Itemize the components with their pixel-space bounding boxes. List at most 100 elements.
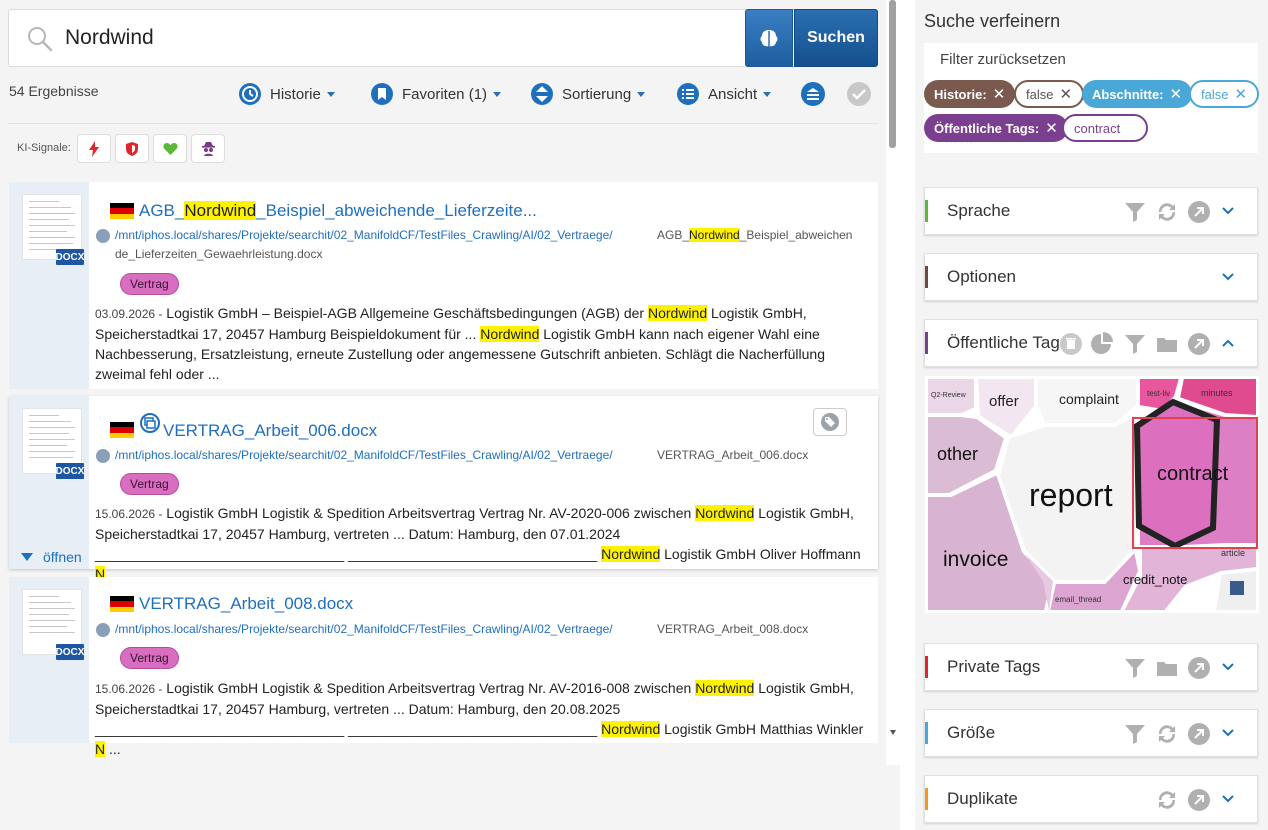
filter-chip-historie-value[interactable]: false ✕ <box>1014 80 1085 108</box>
result-filename: VERTRAG_Arbeit_006.docx <box>657 448 809 462</box>
spy-icon <box>201 142 215 156</box>
result-path-link[interactable]: /mnt/iphos.local/shares/Projekte/searchi… <box>115 622 613 636</box>
chevron-down-icon[interactable] <box>1221 792 1235 806</box>
close-icon[interactable]: ✕ <box>1059 85 1072 103</box>
sort-dropdown[interactable]: Sortierung <box>530 80 646 108</box>
open-external-icon[interactable] <box>1187 788 1211 812</box>
facet-title: Private Tags <box>947 657 1041 676</box>
bookmark-icon <box>371 83 393 105</box>
vertrag-tag[interactable]: Vertrag <box>120 273 179 295</box>
close-icon[interactable]: ✕ <box>993 85 1006 103</box>
open-external-icon[interactable] <box>1187 200 1211 224</box>
facet-title: Sprache <box>947 201 1011 220</box>
result-snippet: 15.06.2026 - Logistik GmbH Logistik & Sp… <box>95 505 861 582</box>
german-flag-icon <box>110 203 134 220</box>
filter-chip-tags[interactable]: Öffentliche Tags: ✕ <box>924 114 1068 142</box>
result-path-link[interactable]: /mnt/iphos.local/shares/Projekte/searchi… <box>115 228 613 242</box>
brain-icon <box>760 30 778 47</box>
folder-icon[interactable] <box>1155 656 1179 680</box>
results-scrollbar[interactable] <box>889 0 896 148</box>
result-path-link[interactable]: /mnt/iphos.local/shares/Projekte/searchi… <box>115 448 613 462</box>
refresh-icon[interactable] <box>1155 722 1179 746</box>
ki-urgent-button[interactable] <box>77 134 111 163</box>
facet-optionen[interactable]: Optionen <box>924 253 1258 301</box>
result-thumbnail-column: DOCX <box>9 182 89 389</box>
history-dropdown[interactable]: Historie <box>238 80 335 108</box>
filter-icon[interactable] <box>1123 722 1147 746</box>
tag-cloud: Q2-Review offer complaint test-liv minut… <box>925 376 1259 613</box>
reset-filters-link[interactable]: Filter zurücksetzen <box>940 51 1066 68</box>
result-title-link[interactable]: AGB_Nordwind_Beispiel_abweichende_Liefer… <box>139 201 537 221</box>
ki-agent-button[interactable] <box>191 134 225 163</box>
refresh-icon[interactable] <box>1155 200 1179 224</box>
filter-icon[interactable] <box>1123 656 1147 680</box>
result-card[interactable]: DOCX VERTRAG_Arbeit_006.docx /mnt/iphos.… <box>9 396 878 582</box>
view-dropdown[interactable]: Ansicht <box>676 80 772 108</box>
result-thumbnail-column: DOCX <box>9 396 89 569</box>
result-title-link[interactable]: VERTRAG_Arbeit_008.docx <box>139 594 353 614</box>
favorites-dropdown[interactable]: Favoriten (1) <box>370 80 502 108</box>
chevron-down-icon[interactable] <box>1221 204 1235 218</box>
filter-chip-historie[interactable]: Historie: ✕ <box>924 80 1016 108</box>
close-icon[interactable]: ✕ <box>1045 119 1058 137</box>
cloud-label-test-liv: test-liv <box>1147 389 1170 398</box>
facet-private-tags[interactable]: Private Tags <box>924 643 1258 691</box>
open-external-icon[interactable] <box>1187 722 1211 746</box>
view-label: Ansicht <box>708 85 758 103</box>
scroll-down-arrow[interactable] <box>890 730 896 735</box>
filter-icon[interactable] <box>1123 200 1147 224</box>
duplicate-icon[interactable] <box>140 413 160 433</box>
search-input[interactable] <box>65 20 735 56</box>
check-all-icon[interactable] <box>846 81 872 107</box>
result-snippet: 15.06.2026 - Logistik GmbH Logistik & Sp… <box>95 680 864 757</box>
tag-icon <box>821 413 839 431</box>
cloud-label-invoice: invoice <box>943 548 1008 571</box>
open-external-icon[interactable] <box>1187 332 1211 356</box>
cloud-label-offer: offer <box>989 393 1019 410</box>
close-icon[interactable]: ✕ <box>1234 85 1247 103</box>
filter-chip-abschnitte[interactable]: Abschnitte: ✕ <box>1082 80 1193 108</box>
close-icon[interactable]: ✕ <box>1170 85 1183 103</box>
chevron-down-icon[interactable] <box>1221 660 1235 674</box>
ki-risk-button[interactable] <box>115 134 149 163</box>
chevron-down-icon[interactable] <box>1221 270 1235 284</box>
vertrag-tag[interactable]: Vertrag <box>120 473 179 495</box>
facet-duplikate[interactable]: Duplikate <box>924 775 1258 823</box>
facet-sprache[interactable]: Sprache <box>924 187 1258 235</box>
ai-search-button[interactable] <box>745 9 793 67</box>
ki-sentiment-button[interactable] <box>153 134 187 163</box>
ki-signals-label: KI-Signale: <box>17 142 71 154</box>
open-preview-toggle[interactable]: öffnen <box>21 549 82 565</box>
search-icon <box>28 27 53 52</box>
filter-icon[interactable] <box>1123 332 1147 356</box>
result-title-link[interactable]: VERTRAG_Arbeit_006.docx <box>163 421 377 441</box>
result-snippet: 03.09.2026 - Logistik GmbH – Beispiel-AG… <box>95 305 825 382</box>
add-tag-button[interactable] <box>813 408 847 436</box>
result-filename: VERTRAG_Arbeit_008.docx <box>657 622 809 636</box>
results-count: 54 Ergebnisse <box>9 83 99 99</box>
trash-icon[interactable] <box>1059 332 1083 356</box>
filter-chip-tags-value[interactable]: contract <box>1062 114 1148 142</box>
logo-icon <box>1230 581 1244 595</box>
sort-label: Sortierung <box>562 85 632 103</box>
facet-groesse[interactable]: Größe <box>924 709 1258 757</box>
refresh-icon[interactable] <box>1155 788 1179 812</box>
vertrag-tag[interactable]: Vertrag <box>120 647 179 669</box>
pie-chart-icon[interactable] <box>1089 332 1113 356</box>
result-card[interactable]: DOCX AGB_Nordwind_Beispiel_abweichende_L… <box>9 182 878 389</box>
cloud-label-article: article <box>1221 548 1245 558</box>
folder-icon[interactable] <box>1155 332 1179 356</box>
docx-icon: DOCX <box>56 249 84 265</box>
filter-chip-abschnitte-value[interactable]: false ✕ <box>1189 80 1260 108</box>
german-flag-icon <box>110 422 134 439</box>
open-external-icon[interactable] <box>1187 656 1211 680</box>
facet-oeffentliche-tags[interactable]: Öffentliche Tags <box>924 319 1258 367</box>
stack-icon[interactable] <box>800 81 826 107</box>
search-button[interactable]: Suchen <box>794 9 878 67</box>
result-card[interactable]: DOCX VERTRAG_Arbeit_008.docx /mnt/iphos.… <box>9 577 878 757</box>
chevron-up-icon[interactable] <box>1221 336 1235 350</box>
results-footer-space <box>0 765 900 830</box>
path-arrow-icon <box>96 229 110 243</box>
chevron-down-icon[interactable] <box>1221 726 1235 740</box>
shield-icon <box>126 141 138 156</box>
